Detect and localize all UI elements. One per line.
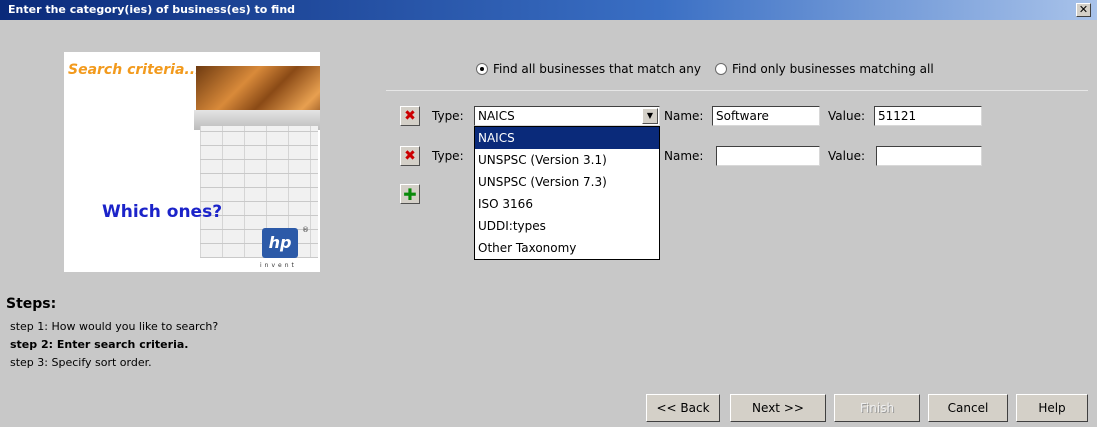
type-select-value: NAICS bbox=[478, 109, 515, 123]
name-label: Name: bbox=[664, 109, 704, 123]
match-all-label: Find only businesses matching all bbox=[732, 62, 934, 76]
step-item: step 3: Specify sort order. bbox=[10, 356, 152, 369]
value-label: Value: bbox=[828, 109, 865, 123]
add-row-button[interactable]: ✚ bbox=[400, 184, 420, 204]
banner-which-ones-text: Which ones? bbox=[102, 202, 223, 222]
delete-row-2-button[interactable]: ✖ bbox=[400, 146, 420, 166]
name-label: Name: bbox=[664, 149, 704, 163]
step-item: step 1: How would you like to search? bbox=[10, 320, 219, 333]
finish-button[interactable]: Finish bbox=[834, 394, 920, 422]
hp-logo-tagline: invent bbox=[260, 262, 297, 269]
separator-line bbox=[386, 90, 1088, 91]
match-any-option[interactable]: Find all businesses that match any bbox=[476, 62, 701, 76]
delete-icon: ✖ bbox=[404, 108, 416, 124]
step-item-current: step 2: Enter search criteria. bbox=[10, 338, 189, 351]
plus-icon: ✚ bbox=[403, 184, 417, 204]
wizard-banner-image: Search criteria... Which ones? hp ® inve… bbox=[64, 52, 320, 272]
type-select-row-1[interactable]: NAICS ▼ bbox=[474, 106, 660, 126]
value-field-row-2[interactable] bbox=[876, 146, 982, 166]
name-field-row-1[interactable]: Software bbox=[712, 106, 820, 126]
back-button[interactable]: << Back bbox=[646, 394, 720, 422]
type-label: Type: bbox=[432, 109, 464, 123]
value-field-row-1[interactable]: 51121 bbox=[874, 106, 982, 126]
window-title-bar: Enter the category(ies) of business(es) … bbox=[0, 0, 1097, 20]
hp-logo-icon: hp bbox=[262, 228, 298, 258]
cancel-button[interactable]: Cancel bbox=[928, 394, 1008, 422]
name-field-row-2[interactable] bbox=[716, 146, 820, 166]
next-button[interactable]: Next >> bbox=[730, 394, 826, 422]
dropdown-option-other-taxonomy[interactable]: Other Taxonomy bbox=[475, 237, 659, 259]
banner-building-illustration bbox=[200, 126, 318, 258]
close-button[interactable]: ✕ bbox=[1076, 3, 1091, 17]
chevron-down-icon[interactable]: ▼ bbox=[642, 108, 658, 124]
banner-search-criteria-text: Search criteria... bbox=[68, 62, 201, 78]
dropdown-option-iso-3166[interactable]: ISO 3166 bbox=[475, 193, 659, 215]
window-title: Enter the category(ies) of business(es) … bbox=[8, 3, 296, 16]
delete-row-1-button[interactable]: ✖ bbox=[400, 106, 420, 126]
help-button[interactable]: Help bbox=[1016, 394, 1088, 422]
dropdown-option-uddi-types[interactable]: UDDI:types bbox=[475, 215, 659, 237]
match-any-radio[interactable] bbox=[476, 63, 488, 75]
match-all-option[interactable]: Find only businesses matching all bbox=[715, 62, 934, 76]
type-label: Type: bbox=[432, 149, 464, 163]
hp-logo-registered-mark: ® bbox=[302, 226, 309, 234]
match-any-label: Find all businesses that match any bbox=[493, 62, 701, 76]
dropdown-option-unspsc-7-3[interactable]: UNSPSC (Version 7.3) bbox=[475, 171, 659, 193]
dropdown-option-naics[interactable]: NAICS bbox=[475, 127, 659, 149]
match-all-radio[interactable] bbox=[715, 63, 727, 75]
delete-icon: ✖ bbox=[404, 148, 416, 164]
close-icon: ✕ bbox=[1078, 3, 1089, 16]
value-label: Value: bbox=[828, 149, 865, 163]
steps-heading: Steps: bbox=[6, 296, 57, 312]
match-mode-radio-group: Find all businesses that match any Find … bbox=[476, 62, 948, 76]
type-dropdown-list: NAICS UNSPSC (Version 3.1) UNSPSC (Versi… bbox=[474, 126, 660, 260]
dropdown-option-unspsc-3-1[interactable]: UNSPSC (Version 3.1) bbox=[475, 149, 659, 171]
